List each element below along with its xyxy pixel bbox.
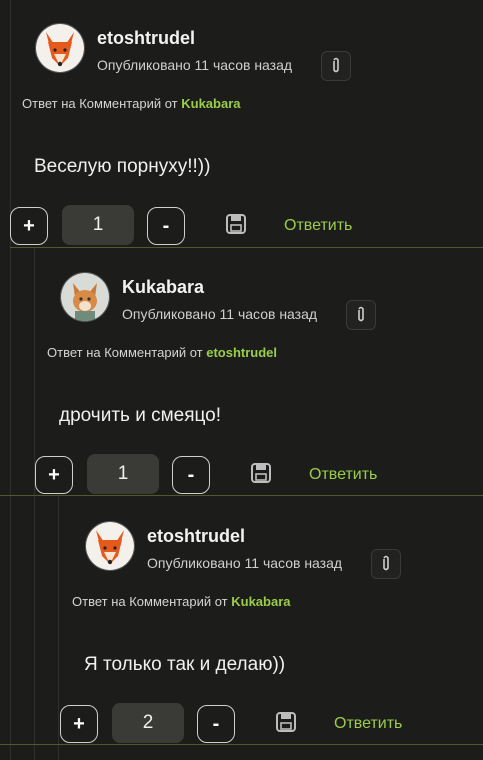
published-time: Опубликовано 11 часов назад bbox=[147, 555, 343, 571]
upvote-button[interactable]: + bbox=[60, 705, 98, 743]
upvote-button[interactable]: + bbox=[35, 456, 73, 494]
comment-text: Веселую порнуху!!)) bbox=[34, 156, 211, 177]
username[interactable]: etoshtrudel bbox=[147, 526, 245, 547]
avatar[interactable] bbox=[85, 521, 135, 571]
comment-separator bbox=[10, 247, 483, 248]
save-icon[interactable] bbox=[250, 462, 272, 484]
reply-author-link[interactable]: Kukabara bbox=[181, 96, 240, 111]
fox-icon bbox=[86, 522, 134, 570]
reply-button[interactable]: Ответить bbox=[334, 715, 402, 733]
permalink-button[interactable] bbox=[371, 549, 401, 579]
reply-prefix: Ответ на Комментарий от bbox=[72, 594, 228, 609]
paperclip-icon bbox=[383, 555, 389, 571]
cartoon-fox-icon bbox=[61, 273, 109, 321]
thread-line bbox=[58, 496, 59, 760]
reply-author-link[interactable]: etoshtrudel bbox=[206, 345, 277, 360]
avatar[interactable] bbox=[60, 272, 110, 322]
reply-to: Ответ на Комментарий от Kukabara bbox=[72, 594, 290, 609]
published-time: Опубликовано 11 часов назад bbox=[122, 306, 318, 322]
downvote-button[interactable]: - bbox=[197, 705, 235, 743]
vote-count: 2 bbox=[112, 703, 184, 743]
permalink-button[interactable] bbox=[346, 300, 376, 330]
reply-button[interactable]: Ответить bbox=[284, 217, 352, 235]
paperclip-icon bbox=[358, 306, 364, 322]
reply-author-link[interactable]: Kukabara bbox=[231, 594, 290, 609]
paperclip-icon bbox=[333, 57, 339, 73]
published-time: Опубликовано 11 часов назад bbox=[97, 57, 293, 73]
username[interactable]: Kukabara bbox=[122, 277, 204, 298]
reply-prefix: Ответ на Комментарий от bbox=[47, 345, 203, 360]
comment-text: Я только так и делаю)) bbox=[84, 654, 286, 675]
vote-count: 1 bbox=[62, 205, 134, 245]
comment-separator bbox=[0, 495, 483, 496]
avatar[interactable] bbox=[35, 23, 85, 73]
save-icon[interactable] bbox=[275, 711, 297, 733]
fox-icon bbox=[36, 24, 84, 72]
permalink-button[interactable] bbox=[321, 51, 351, 81]
thread-line bbox=[34, 248, 35, 760]
comment-separator bbox=[0, 744, 483, 745]
vote-count: 1 bbox=[87, 454, 159, 494]
username[interactable]: etoshtrudel bbox=[97, 28, 195, 49]
reply-to: Ответ на Комментарий от etoshtrudel bbox=[47, 345, 277, 360]
comment-text: дрочить и смеяцо! bbox=[59, 405, 222, 426]
reply-to: Ответ на Комментарий от Kukabara bbox=[22, 96, 240, 111]
downvote-button[interactable]: - bbox=[147, 207, 185, 245]
upvote-button[interactable]: + bbox=[10, 207, 48, 245]
reply-button[interactable]: Ответить bbox=[309, 466, 377, 484]
thread-line bbox=[10, 0, 11, 760]
reply-prefix: Ответ на Комментарий от bbox=[22, 96, 178, 111]
downvote-button[interactable]: - bbox=[172, 456, 210, 494]
save-icon[interactable] bbox=[225, 213, 247, 235]
